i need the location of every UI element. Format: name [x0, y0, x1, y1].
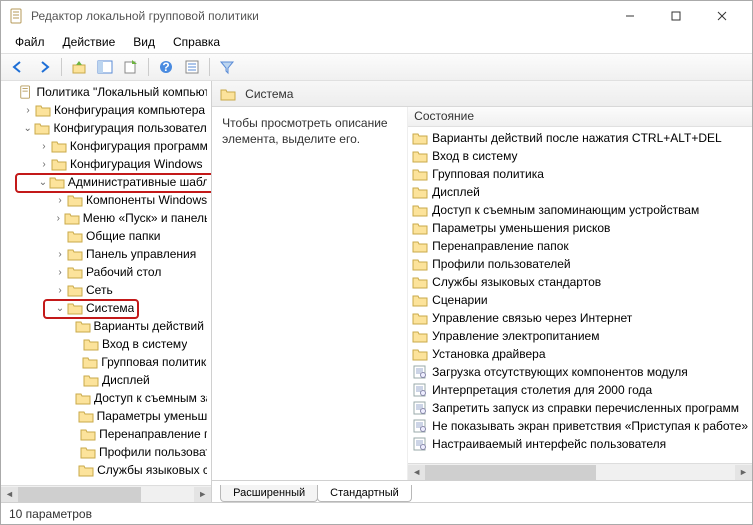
- description-pane: Чтобы просмотреть описание элемента, выд…: [212, 107, 407, 480]
- tree-windows-config[interactable]: ›Конфигурация Windows: [1, 155, 211, 173]
- back-button[interactable]: [7, 56, 29, 78]
- tree-system-child-4[interactable]: Доступ к съемным запоминающим устройства…: [1, 389, 211, 407]
- list-folder-item[interactable]: Управление электропитанием: [408, 327, 752, 345]
- list-setting-item[interactable]: Запретить запуск из справки перечисленны…: [408, 399, 752, 417]
- svg-text:?: ?: [162, 60, 169, 74]
- menu-action[interactable]: Действие: [55, 33, 124, 51]
- column-header-state[interactable]: Состояние: [408, 107, 752, 127]
- list-setting-item[interactable]: Не показывать экран приветствия «Приступ…: [408, 417, 752, 435]
- tree-system-child-1[interactable]: Вход в систему: [1, 335, 211, 353]
- tree-start-menu[interactable]: ›Меню «Пуск» и панель задач: [1, 209, 211, 227]
- list-folder-item[interactable]: Вход в систему: [408, 147, 752, 165]
- folder-icon: [220, 87, 236, 101]
- tree-user-config[interactable]: ⌄Конфигурация пользователя: [1, 119, 211, 137]
- minimize-button[interactable]: [607, 2, 652, 30]
- tree-computer-config[interactable]: ›Конфигурация компьютера: [1, 101, 211, 119]
- list-folder-item[interactable]: Параметры уменьшения рисков: [408, 219, 752, 237]
- titlebar: Редактор локальной групповой политики: [1, 1, 752, 31]
- list-folder-item[interactable]: Дисплей: [408, 183, 752, 201]
- tree-root[interactable]: Политика "Локальный компьютер": [1, 83, 211, 101]
- list-setting-item[interactable]: Интерпретация столетия для 2000 года: [408, 381, 752, 399]
- tree-control-panel[interactable]: ›Панель управления: [1, 245, 211, 263]
- tree-network[interactable]: ›Сеть: [1, 281, 211, 299]
- tree-system-child-6[interactable]: Перенаправление папок: [1, 425, 211, 443]
- tree-system-child-5[interactable]: Параметры уменьшения рисков: [1, 407, 211, 425]
- item-list: Варианты действий после нажатия CTRL+ALT…: [408, 127, 752, 463]
- tree-hscrollbar[interactable]: ◄►: [1, 485, 211, 502]
- list-folder-item[interactable]: Службы языковых стандартов: [408, 273, 752, 291]
- properties-button[interactable]: [181, 56, 203, 78]
- show-hide-tree-button[interactable]: [94, 56, 116, 78]
- status-bar: 10 параметров: [1, 502, 752, 524]
- app-icon: [9, 8, 25, 24]
- right-header-label: Система: [245, 87, 293, 101]
- list-folder-item[interactable]: Управление связью через Интернет: [408, 309, 752, 327]
- tab-standard[interactable]: Стандартный: [317, 485, 412, 502]
- tree-panel: Политика "Локальный компьютер"›Конфигура…: [1, 81, 212, 502]
- close-button[interactable]: [699, 2, 744, 30]
- menubar: Файл Действие Вид Справка: [1, 31, 752, 53]
- tree-system-child-7[interactable]: Профили пользователей: [1, 443, 211, 461]
- maximize-button[interactable]: [653, 2, 698, 30]
- tab-extended[interactable]: Расширенный: [220, 485, 318, 502]
- list-folder-item[interactable]: Сценарии: [408, 291, 752, 309]
- help-button[interactable]: ?: [155, 56, 177, 78]
- forward-button[interactable]: [33, 56, 55, 78]
- menu-view[interactable]: Вид: [125, 33, 163, 51]
- tree-program-config[interactable]: ›Конфигурация программ: [1, 137, 211, 155]
- tree-system-child-8[interactable]: Службы языковых стандартов: [1, 461, 211, 479]
- list-folder-item[interactable]: Перенаправление папок: [408, 237, 752, 255]
- view-tabs: Расширенный Стандартный: [212, 480, 752, 502]
- tree-shared-folders[interactable]: Общие папки: [1, 227, 211, 245]
- list-folder-item[interactable]: Профили пользователей: [408, 255, 752, 273]
- list-folder-item[interactable]: Варианты действий после нажатия CTRL+ALT…: [408, 129, 752, 147]
- up-button[interactable]: [68, 56, 90, 78]
- menu-file[interactable]: Файл: [7, 33, 53, 51]
- tree-system-child-0[interactable]: Варианты действий после нажатия CTRL+ALT…: [1, 317, 211, 335]
- list-folder-item[interactable]: Доступ к съемным запоминающим устройства…: [408, 201, 752, 219]
- toolbar: ?: [1, 53, 752, 81]
- list-setting-item[interactable]: Настраиваемый интерфейс пользователя: [408, 435, 752, 453]
- tree-windows-components[interactable]: ›Компоненты Windows: [1, 191, 211, 209]
- tree-admin-templates[interactable]: ⌄Административные шаблоны: [1, 173, 211, 191]
- list-folder-item[interactable]: Групповая политика: [408, 165, 752, 183]
- filter-button[interactable]: [216, 56, 238, 78]
- tree-system-child-3[interactable]: Дисплей: [1, 371, 211, 389]
- list-folder-item[interactable]: Установка драйвера: [408, 345, 752, 363]
- tree-system[interactable]: ⌄Система: [1, 299, 211, 317]
- list-hscrollbar[interactable]: ◄►: [408, 463, 752, 480]
- tree-system-child-2[interactable]: Групповая политика: [1, 353, 211, 371]
- export-button[interactable]: [120, 56, 142, 78]
- list-setting-item[interactable]: Загрузка отсутствующих компонентов модул…: [408, 363, 752, 381]
- window-title: Редактор локальной групповой политики: [31, 9, 607, 23]
- right-header: Система: [212, 81, 752, 107]
- tree-desktop[interactable]: ›Рабочий стол: [1, 263, 211, 281]
- menu-help[interactable]: Справка: [165, 33, 228, 51]
